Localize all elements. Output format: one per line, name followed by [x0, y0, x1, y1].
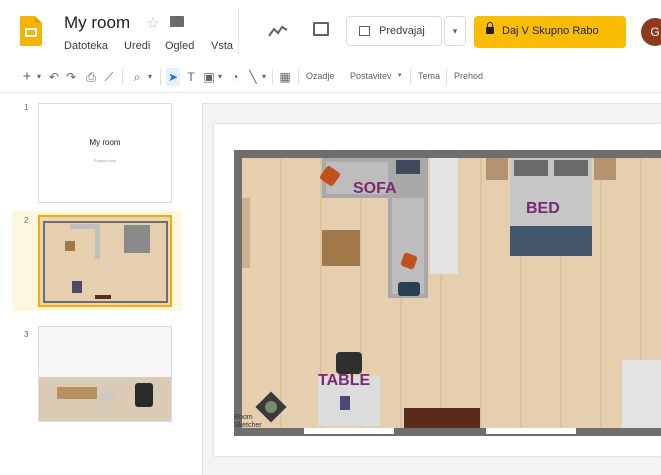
- toolbar-separator: [272, 69, 273, 85]
- sofa-label: SOFA: [353, 180, 397, 197]
- bedside-table-right: [594, 158, 616, 180]
- lock-icon: [486, 22, 494, 34]
- thumb3-chair: [135, 383, 153, 407]
- slide-number: 3: [24, 330, 29, 339]
- print-icon[interactable]: ⎙: [84, 68, 98, 86]
- undo-icon[interactable]: ↶: [47, 68, 61, 86]
- thumb3-table: [57, 387, 97, 399]
- thumbnail-title: My room: [89, 138, 121, 147]
- slide-number: 2: [24, 216, 29, 225]
- table-label: TABLE: [318, 372, 371, 389]
- thumb3-object: [99, 393, 113, 401]
- star-icon[interactable]: ☆: [146, 14, 159, 32]
- line-dropdown-icon[interactable]: ▾: [260, 68, 268, 86]
- add-icon[interactable]: +: [20, 68, 34, 86]
- comment-icon[interactable]: [313, 22, 329, 36]
- transition-button[interactable]: Prehod: [454, 71, 483, 81]
- thumb-sofa-side: [95, 224, 100, 259]
- present-label: Predvajaj: [379, 25, 425, 37]
- thumb-nightstand: [65, 241, 75, 251]
- bed-pillow-left: [514, 160, 548, 176]
- thumb-bed: [124, 225, 150, 253]
- text-box-icon[interactable]: T: [184, 68, 198, 86]
- toolbar-separator: [160, 69, 161, 85]
- table-object: [340, 396, 350, 410]
- bed-pillow-right: [554, 160, 588, 176]
- share-button[interactable]: Daj V Skupno Rabo: [474, 16, 626, 48]
- paint-format-icon[interactable]: ⟋: [102, 68, 116, 86]
- background-button[interactable]: Ozadje: [306, 71, 335, 81]
- bedside-table-left: [486, 158, 508, 180]
- vertical-ruler: [190, 103, 203, 475]
- image-dropdown-icon[interactable]: ▾: [216, 68, 224, 86]
- present-dropdown-button[interactable]: ▾: [444, 16, 466, 46]
- layout-button[interactable]: Postavitev: [350, 71, 392, 81]
- thumb3-wall: [39, 327, 171, 377]
- slide-thumbnail-2[interactable]: [38, 215, 172, 307]
- toolbar-separator: [298, 69, 299, 85]
- activity-trend-icon[interactable]: [268, 24, 288, 38]
- document-title[interactable]: My room: [64, 13, 130, 33]
- watermark-line-2: Sketcher: [234, 422, 262, 429]
- present-icon: [359, 26, 370, 36]
- watermark-line-1: Room: [234, 414, 253, 421]
- slide-thumbnail-3[interactable]: [38, 326, 172, 422]
- toolbar-separator: [446, 69, 447, 85]
- sofa-side-cushion: [392, 198, 424, 294]
- comment-insert-icon[interactable]: ▦: [278, 68, 292, 86]
- menu-file[interactable]: Datoteka: [64, 40, 108, 52]
- horizontal-ruler: [190, 93, 661, 104]
- zoom-icon[interactable]: ⌕: [130, 68, 144, 86]
- cabinet: [322, 230, 360, 266]
- window-left: [242, 198, 250, 268]
- header-divider: [238, 8, 239, 54]
- wall-nook: [622, 360, 661, 428]
- watermark: Room Sketcher: [234, 414, 262, 430]
- folder-icon[interactable]: [170, 16, 184, 27]
- window-bottom-1: [304, 428, 394, 434]
- menu-insert[interactable]: Vsta: [211, 40, 233, 52]
- sofa-pillow: [396, 160, 420, 174]
- present-button[interactable]: Predvajaj: [346, 16, 442, 46]
- thumb-chair: [72, 281, 82, 293]
- image-icon[interactable]: ▣: [202, 68, 216, 86]
- plant: [265, 401, 277, 413]
- toolbar-separator: [410, 69, 411, 85]
- table-chair: [336, 352, 362, 374]
- line-icon[interactable]: ╲: [246, 68, 260, 86]
- zoom-dropdown-icon[interactable]: ▾: [146, 68, 154, 86]
- slide-thumbnail-1[interactable]: My room Project room: [38, 103, 172, 203]
- avatar[interactable]: G: [641, 18, 661, 46]
- toolbar-separator: [122, 69, 123, 85]
- redo-icon[interactable]: ↷: [64, 68, 78, 86]
- docs-logo-icon[interactable]: [20, 16, 42, 46]
- bed-label: BED: [526, 200, 560, 217]
- layout-dropdown-icon[interactable]: ▾: [398, 71, 402, 79]
- share-label: Daj V Skupno Rabo: [502, 25, 599, 37]
- pillar: [430, 158, 458, 274]
- slide-number: 1: [24, 103, 29, 112]
- window-bottom-2: [486, 428, 576, 434]
- menu-edit[interactable]: Uredi: [124, 40, 150, 52]
- thumb-rug: [95, 295, 111, 299]
- theme-button[interactable]: Tema: [418, 71, 440, 81]
- shape-icon[interactable]: ◔: [228, 68, 242, 86]
- sofa-blanket: [398, 282, 420, 296]
- bench: [404, 408, 480, 428]
- thumbnail-subtitle: Project room: [93, 158, 117, 163]
- add-dropdown-icon[interactable]: ▾: [35, 68, 43, 86]
- bed-blanket: [510, 226, 592, 256]
- select-cursor-icon[interactable]: ➤: [166, 68, 180, 86]
- menu-view[interactable]: Ogled: [165, 40, 194, 52]
